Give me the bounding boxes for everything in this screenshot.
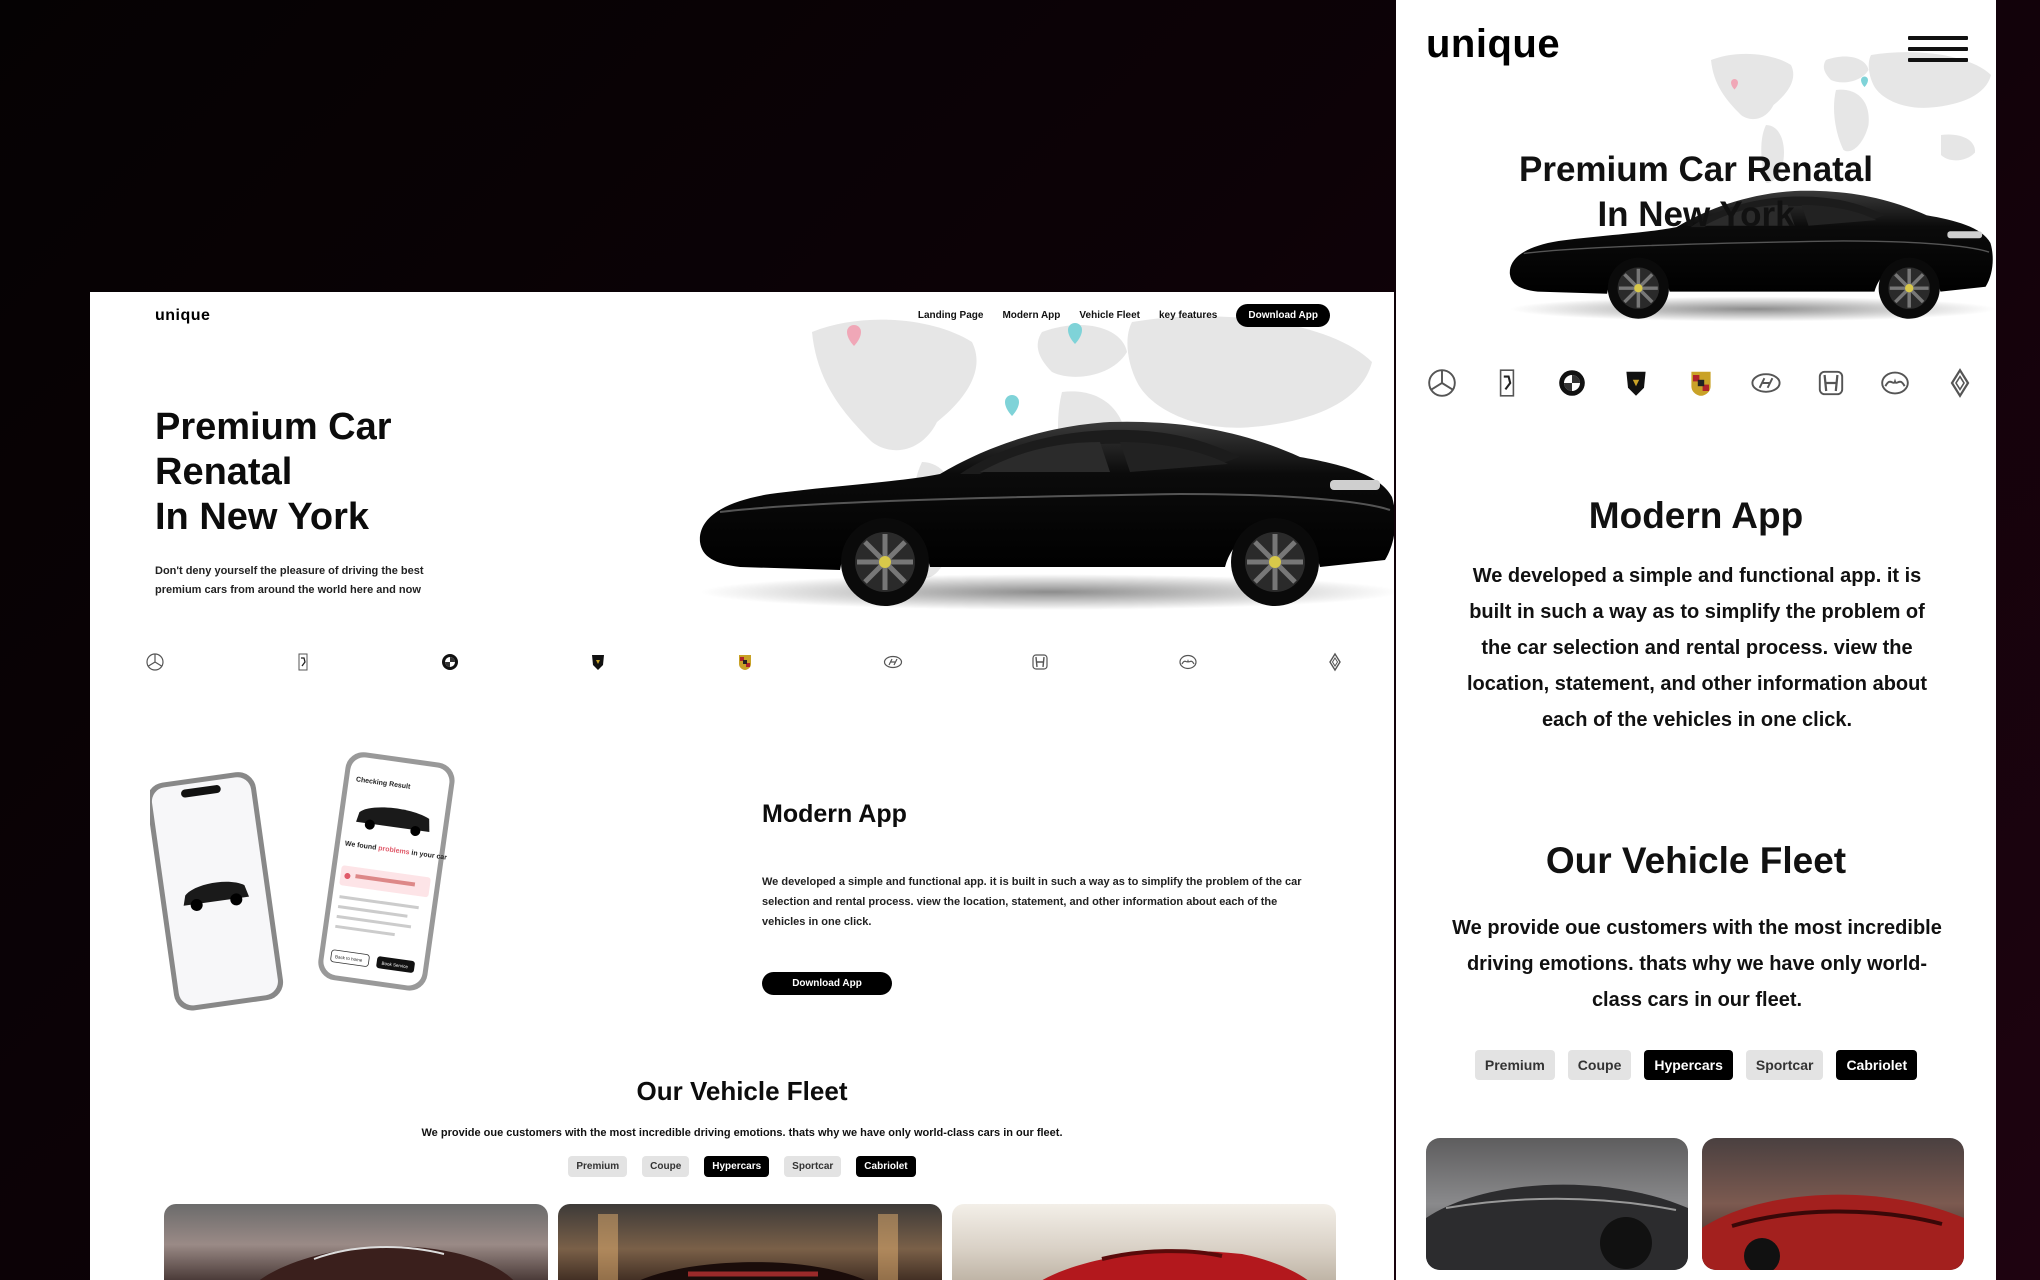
filter-cabriolet[interactable]: Cabriolet <box>1836 1050 1918 1080</box>
fleet-filters: Premium Coupe Hypercars Sportcar Cabriol… <box>90 1156 1394 1177</box>
filter-coupe[interactable]: Coupe <box>1567 1050 1632 1080</box>
honda-icon[interactable] <box>1030 652 1050 672</box>
filter-premium[interactable]: Premium <box>568 1156 628 1177</box>
fleet-cards <box>164 1204 1336 1280</box>
mazda-icon[interactable] <box>1879 367 1911 399</box>
hamburger-menu-icon[interactable] <box>1908 36 1968 64</box>
fleet-description: We provide oue customers with the most i… <box>1452 917 1942 1011</box>
top-nav: Landing Page Modern App Vehicle Fleet ke… <box>918 304 1330 327</box>
download-app-nav-button[interactable]: Download App <box>1236 304 1330 327</box>
download-app-button[interactable]: Download App <box>762 972 892 995</box>
fleet-card[interactable] <box>952 1204 1336 1280</box>
filter-hypercars[interactable]: Hypercars <box>1644 1050 1733 1080</box>
app-phone-mockups: Checking Result We found problems in you… <box>150 752 455 1011</box>
fleet-card[interactable] <box>558 1204 942 1280</box>
filter-cabriolet[interactable]: Cabriolet <box>856 1156 916 1177</box>
fleet-filters: Premium Coupe Hypercars Sportcar Cabriol… <box>1396 1050 1996 1080</box>
car-image <box>598 1214 898 1280</box>
modern-app-title: Modern App <box>762 800 907 828</box>
modern-app-description: We developed a simple and functional app… <box>1466 565 1928 731</box>
hyundai-icon[interactable] <box>883 652 903 672</box>
filter-sportcar[interactable]: Sportcar <box>1745 1050 1824 1080</box>
modern-app-title: Modern App <box>1588 495 1804 536</box>
nav-landing-page[interactable]: Landing Page <box>918 310 984 321</box>
bmw-icon[interactable] <box>440 652 460 672</box>
mercedes-icon[interactable] <box>145 652 165 672</box>
car-image <box>1042 1249 1308 1280</box>
filter-premium[interactable]: Premium <box>1474 1050 1555 1080</box>
porsche-icon[interactable] <box>735 652 755 672</box>
hero-title-line: Premium Car Renatal <box>1518 150 1874 189</box>
car-image <box>259 1246 514 1280</box>
fleet-cards <box>1426 1138 1964 1270</box>
hero-title-line: In New York <box>155 496 369 538</box>
car-image <box>1702 1194 1964 1270</box>
lamborghini-icon[interactable] <box>588 652 608 672</box>
honda-icon[interactable] <box>1815 367 1847 399</box>
nav-modern-app[interactable]: Modern App <box>1002 310 1060 321</box>
fleet-description: We provide oue customers with the most i… <box>421 1127 1063 1139</box>
fleet-card[interactable] <box>1426 1138 1688 1270</box>
fleet-card[interactable] <box>164 1204 548 1280</box>
porsche-icon[interactable] <box>1685 367 1717 399</box>
hero-title-line: Renatal <box>155 451 293 493</box>
brand-logos <box>1426 367 1976 399</box>
mazda-icon[interactable] <box>1178 652 1198 672</box>
ferrari-icon[interactable] <box>1491 367 1523 399</box>
hero-title: Premium Car Renatal In New York <box>155 405 392 540</box>
mobile-mockup: unique Premium Car Renatal In New York M… <box>1396 0 1996 1280</box>
desktop-mockup: unique Landing Page Modern App Vehicle F… <box>90 292 1394 1280</box>
hero-title: Premium Car Renatal In New York <box>1396 147 1996 237</box>
fleet-card[interactable] <box>1702 1138 1964 1270</box>
renault-icon[interactable] <box>1325 652 1345 672</box>
modern-app-description: We developed a simple and functional app… <box>762 876 1302 928</box>
map-pin-icon <box>1861 76 1868 87</box>
renault-icon[interactable] <box>1944 367 1976 399</box>
fleet-title: Our Vehicle Fleet <box>636 1076 848 1106</box>
logo[interactable]: unique <box>1426 22 1560 67</box>
hero-title-line: Premium Car <box>155 406 392 448</box>
car-image <box>1426 1184 1688 1270</box>
hero-subtitle: Don't deny yourself the pleasure of driv… <box>155 565 424 596</box>
filter-sportcar[interactable]: Sportcar <box>784 1156 842 1177</box>
mercedes-icon[interactable] <box>1426 367 1458 399</box>
hero-title-line: In New York <box>1597 195 1795 234</box>
fleet-title: Our Vehicle Fleet <box>1545 840 1847 881</box>
ferrari-icon[interactable] <box>293 652 313 672</box>
filter-coupe[interactable]: Coupe <box>642 1156 690 1177</box>
brand-logos <box>145 652 1345 672</box>
logo[interactable]: unique <box>155 307 210 325</box>
lamborghini-icon[interactable] <box>1620 367 1652 399</box>
bmw-icon[interactable] <box>1556 367 1588 399</box>
hero-car-image <box>680 402 1394 612</box>
nav-vehicle-fleet[interactable]: Vehicle Fleet <box>1079 310 1140 321</box>
hyundai-icon[interactable] <box>1750 367 1782 399</box>
nav-key-features[interactable]: key features <box>1159 310 1217 321</box>
filter-hypercars[interactable]: Hypercars <box>704 1156 770 1177</box>
